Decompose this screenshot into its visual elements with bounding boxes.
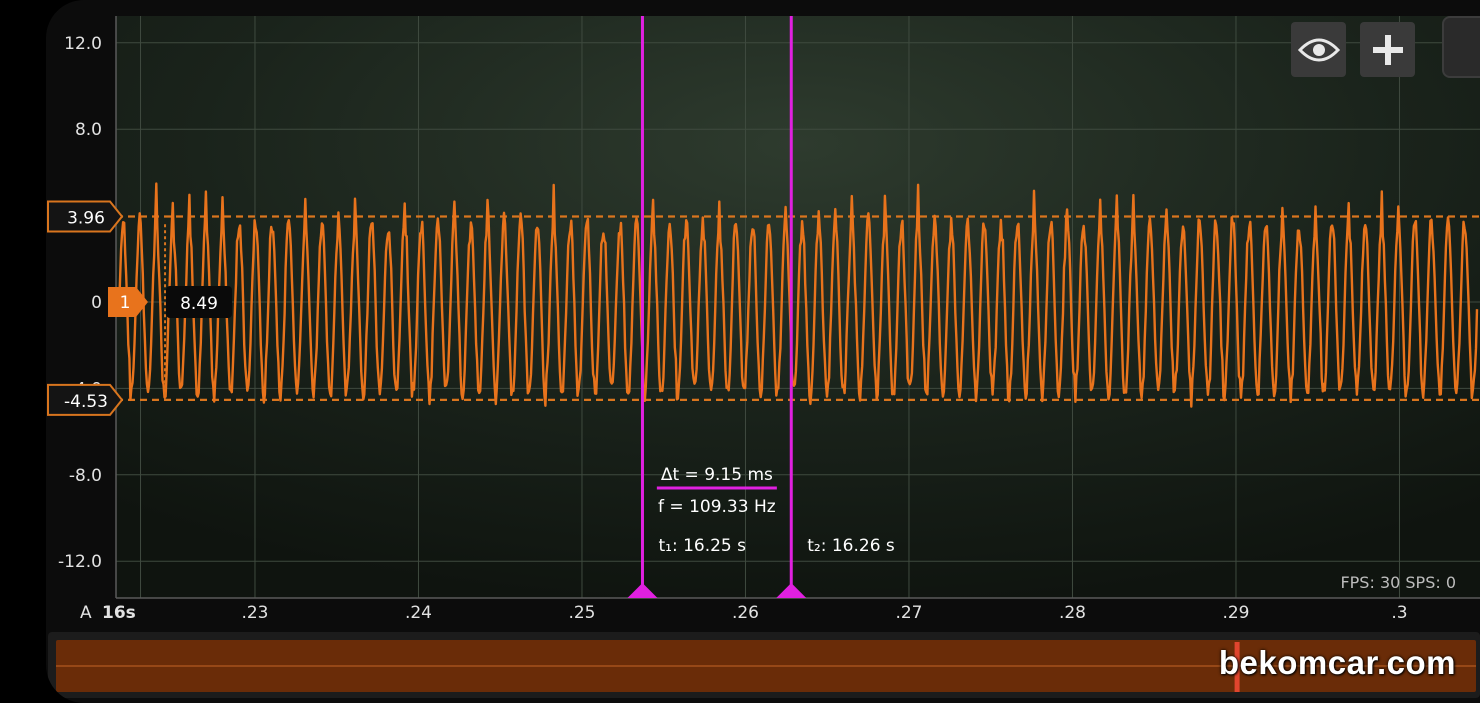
x-start-label: 16s	[102, 603, 136, 623]
readout-value: 8.49	[180, 294, 218, 314]
watermark: bekomcar.com	[1218, 644, 1456, 681]
x-tick-label: .23	[241, 603, 268, 623]
x-tick-label: .3	[1391, 603, 1407, 623]
axis-prefix-label: A	[80, 603, 92, 623]
frequency-label: f = 109.33 Hz	[658, 497, 776, 517]
lower-threshold-label: -4.53	[64, 392, 108, 412]
t2-label: t₂: 16.26 s	[807, 536, 895, 556]
channel-marker-label: 1	[120, 293, 131, 313]
delta-t-label: Δt = 9.15 ms	[661, 465, 773, 485]
x-tick-label: .25	[568, 603, 595, 623]
x-tick-label: .24	[405, 603, 432, 623]
y-axis-labels: 12.08.00-4.0-8.0-12.0	[58, 34, 102, 572]
y-tick-label: 0	[91, 293, 102, 313]
device-frame: 12.08.00-4.0-8.0-12.0 A16s.23.24.25.26.2…	[0, 0, 1480, 703]
x-tick-label: .28	[1059, 603, 1086, 623]
fps-readout: FPS: 30 SPS: 0	[1340, 573, 1456, 592]
upper-threshold-label: 3.96	[67, 208, 105, 228]
y-tick-label: 12.0	[64, 34, 102, 54]
t1-label: t₁: 16.25 s	[658, 536, 746, 556]
x-axis-labels: A 16s .23 .24 .25 .26 .27 .28 .29 .3	[80, 603, 1408, 623]
visibility-button[interactable]	[1291, 22, 1346, 77]
oscilloscope-screen: 12.08.00-4.0-8.0-12.0 A16s.23.24.25.26.2…	[46, 0, 1480, 703]
plus-icon	[1372, 34, 1403, 65]
scope-plot[interactable]: 12.08.00-4.0-8.0-12.0 A16s.23.24.25.26.2…	[46, 0, 1480, 703]
x-tick-label: .27	[895, 603, 922, 623]
add-channel-button[interactable]	[1360, 22, 1415, 77]
x-tick-label: .29	[1222, 603, 1249, 623]
y-tick-label: -8.0	[69, 466, 102, 486]
y-tick-label: 8.0	[75, 120, 102, 140]
eye-icon	[1297, 38, 1340, 61]
side-panel-handle[interactable]	[1442, 16, 1480, 78]
x-tick-label: .26	[732, 603, 759, 623]
y-tick-label: -12.0	[58, 552, 102, 572]
